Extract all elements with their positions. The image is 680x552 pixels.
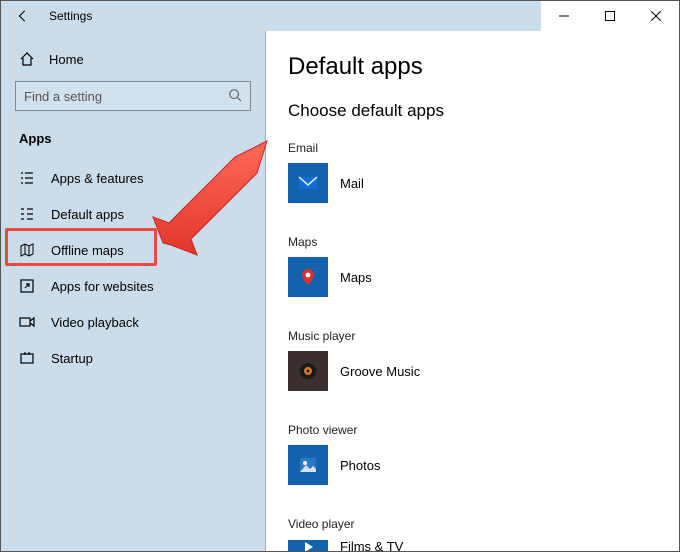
nav-label: Startup (51, 351, 93, 366)
window-title: Settings (49, 9, 92, 23)
nav-label: Video playback (51, 315, 139, 330)
home-icon (19, 51, 35, 67)
page-heading: Default apps (288, 53, 657, 81)
search-icon (228, 88, 242, 105)
films-icon (288, 540, 328, 552)
video-icon (19, 314, 35, 330)
default-app-music[interactable]: Groove Music (288, 351, 657, 391)
back-button[interactable] (9, 1, 37, 31)
defaults-icon (19, 206, 35, 222)
mail-icon (288, 163, 328, 203)
default-app-photos[interactable]: Photos (288, 445, 657, 485)
app-name: Maps (340, 270, 372, 285)
nav-apps-features[interactable]: Apps & features (1, 160, 265, 196)
category-label: Music player (288, 329, 657, 343)
page-subheading: Choose default apps (288, 101, 657, 121)
default-app-video[interactable]: Films & TV (288, 539, 657, 551)
category-label: Maps (288, 235, 657, 249)
app-name: Photos (340, 458, 380, 473)
nav-default-apps[interactable]: Default apps (1, 196, 265, 232)
startup-icon (19, 350, 35, 366)
nav-label: Apps & features (51, 171, 144, 186)
app-name: Mail (340, 176, 364, 191)
sidebar: Home Find a setting Apps Apps & features… (1, 31, 266, 551)
minimize-button[interactable] (541, 1, 587, 31)
music-icon (288, 351, 328, 391)
category-label: Email (288, 141, 657, 155)
app-name: Groove Music (340, 364, 420, 379)
list-icon (19, 170, 35, 186)
main-area: Home Find a setting Apps Apps & features… (1, 31, 679, 551)
sidebar-section-label: Apps (1, 125, 265, 160)
nav-label: Offline maps (51, 243, 124, 258)
nav-home[interactable]: Home (1, 45, 265, 81)
maximize-button[interactable] (587, 1, 633, 31)
content-pane: Default apps Choose default apps Email M… (266, 31, 679, 551)
close-button[interactable] (633, 1, 679, 31)
app-name: Films & TV (340, 539, 403, 551)
nav-offline-maps[interactable]: Offline maps (1, 232, 265, 268)
search-input[interactable]: Find a setting (15, 81, 251, 111)
search-placeholder: Find a setting (24, 89, 228, 104)
window-controls (541, 1, 679, 31)
maps-icon (288, 257, 328, 297)
category-label: Video player (288, 517, 657, 531)
nav-label: Default apps (51, 207, 124, 222)
photos-icon (288, 445, 328, 485)
default-app-email[interactable]: Mail (288, 163, 657, 203)
nav-video-playback[interactable]: Video playback (1, 304, 265, 340)
map-icon (19, 242, 35, 258)
nav-apps-websites[interactable]: Apps for websites (1, 268, 265, 304)
nav-startup[interactable]: Startup (1, 340, 265, 376)
launch-icon (19, 278, 35, 294)
nav-home-label: Home (49, 52, 84, 67)
category-label: Photo viewer (288, 423, 657, 437)
nav-label: Apps for websites (51, 279, 154, 294)
default-app-maps[interactable]: Maps (288, 257, 657, 297)
